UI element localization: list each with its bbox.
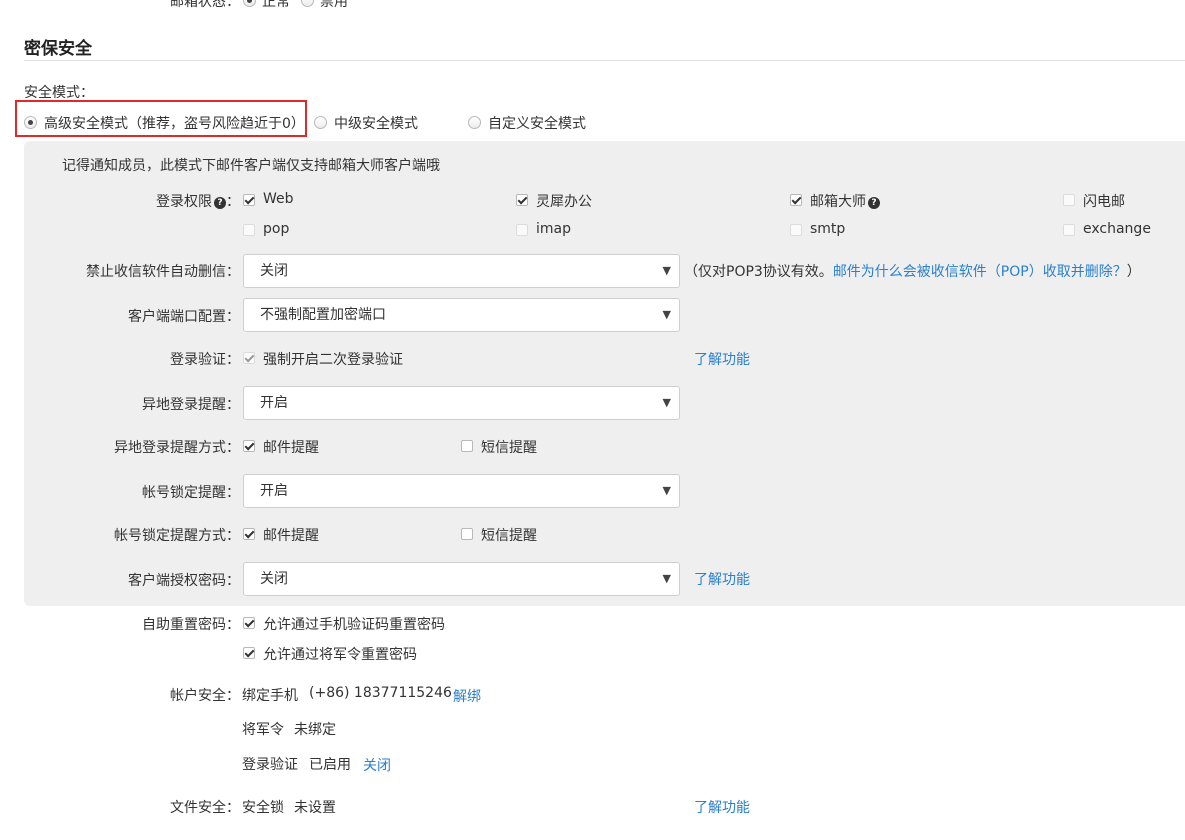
verify-label: 登录验证: [242, 757, 298, 773]
status-normal-radio[interactable]: [243, 0, 256, 7]
mode-medium-label[interactable]: 中级安全模式: [334, 113, 418, 133]
self-reset-label: 自助重置密码：: [142, 617, 240, 633]
phone-value: (+86) 18377115246: [309, 685, 452, 701]
help-icon[interactable]: ?: [214, 197, 226, 209]
reset-sms-label: 允许通过手机验证码重置密码: [263, 617, 445, 633]
perm-exchange-label: exchange: [1083, 221, 1151, 237]
status-disabled-label: 禁用: [320, 0, 348, 10]
dropdown-arrow-icon: ▼: [662, 572, 671, 585]
perm-lingxi-label: 灵犀办公: [536, 194, 592, 210]
phone-label: 绑定手机: [242, 688, 298, 704]
reset-token-checkbox[interactable]: [243, 647, 255, 659]
perm-pop-checkbox[interactable]: [243, 224, 255, 236]
perm-imap-label: imap: [536, 221, 571, 237]
mode-medium-radio[interactable]: [314, 116, 327, 129]
remote-sms-label: 短信提醒: [481, 440, 537, 456]
perm-mailmaster-checkbox[interactable]: [790, 194, 802, 206]
token-value: 未绑定: [294, 722, 336, 738]
account-security-label: 帐户安全：: [170, 688, 240, 704]
remote-login-alert-select[interactable]: 开启 ▼: [243, 386, 680, 420]
token-label: 将军令: [242, 722, 284, 738]
mode-advanced-label[interactable]: 高级安全模式（推荐，盗号风险趋近于0）: [44, 113, 305, 133]
client-port-select[interactable]: 不强制配置加密端口 ▼: [243, 298, 680, 332]
section-divider: [24, 60, 1185, 61]
login-verify-label: 登录验证：: [170, 352, 240, 368]
lock-value: 未设置: [294, 800, 336, 816]
auto-delete-note: （仅对POP3协议有效。邮件为什么会被收信软件（POP）收取并删除？）: [684, 264, 1141, 280]
client-auth-learn-link[interactable]: 了解功能: [694, 569, 750, 589]
lock-email-label: 邮件提醒: [263, 528, 319, 544]
perm-mailmaster-label: 邮箱大师?: [810, 191, 880, 211]
remote-sms-checkbox[interactable]: [461, 440, 473, 452]
remote-login-method-label: 异地登录提醒方式：: [114, 440, 240, 456]
security-mode-label: 安全模式：: [24, 85, 94, 101]
perm-web-checkbox[interactable]: [243, 194, 255, 206]
remote-email-checkbox[interactable]: [243, 440, 255, 452]
dropdown-arrow-icon: ▼: [662, 396, 671, 409]
lock-label: 安全锁: [242, 800, 284, 816]
perm-flash-label: 闪电邮: [1083, 194, 1125, 210]
perm-smtp-label: smtp: [810, 221, 846, 237]
lock-alert-method-label: 帐号锁定提醒方式：: [114, 528, 240, 544]
verify-value: 已启用: [309, 757, 351, 773]
dropdown-arrow-icon: ▼: [662, 484, 671, 497]
status-disabled-radio[interactable]: [301, 0, 314, 7]
perm-exchange-checkbox[interactable]: [1063, 224, 1075, 236]
perm-pop-label: pop: [263, 221, 290, 237]
force-2fa-checkbox[interactable]: [243, 352, 255, 364]
remote-email-label: 邮件提醒: [263, 440, 319, 456]
perm-web-label: Web: [263, 191, 294, 207]
client-auth-password-label: 客户端授权密码：: [128, 573, 240, 589]
perm-smtp-checkbox[interactable]: [790, 224, 802, 236]
mode-custom-label[interactable]: 自定义安全模式: [488, 113, 586, 133]
force-2fa-label: 强制开启二次登录验证: [263, 352, 403, 368]
notice-text: 记得通知成员，此模式下邮件客户端仅支持邮箱大师客户端哦: [62, 158, 440, 174]
login-verify-learn-link[interactable]: 了解功能: [694, 349, 750, 369]
auto-delete-label: 禁止收信软件自动删信：: [86, 264, 240, 280]
mode-custom-radio[interactable]: [468, 116, 481, 129]
lock-sms-checkbox[interactable]: [461, 528, 473, 540]
file-security-learn-link[interactable]: 了解功能: [694, 797, 750, 817]
perm-lingxi-checkbox[interactable]: [516, 194, 528, 206]
status-normal-label: 正常: [262, 0, 290, 10]
client-auth-password-select[interactable]: 关闭 ▼: [243, 562, 680, 596]
remote-login-alert-label: 异地登录提醒：: [142, 397, 240, 413]
lock-sms-label: 短信提醒: [481, 528, 537, 544]
client-port-label: 客户端端口配置：: [128, 309, 240, 325]
reset-token-label: 允许通过将军令重置密码: [263, 647, 417, 663]
perm-flash-checkbox[interactable]: [1063, 194, 1075, 206]
mode-advanced-radio[interactable]: [24, 116, 37, 129]
lock-alert-label: 帐号锁定提醒：: [142, 485, 240, 501]
mailbox-status-label: 邮箱状态：: [170, 0, 240, 10]
auto-delete-select[interactable]: 关闭 ▼: [243, 254, 680, 288]
dropdown-arrow-icon: ▼: [662, 308, 671, 321]
dropdown-arrow-icon: ▼: [662, 264, 671, 277]
section-title: 密保安全: [24, 39, 92, 59]
unbind-phone-link[interactable]: 解绑: [453, 686, 481, 706]
pop-delete-help-link[interactable]: 邮件为什么会被收信软件（POP）收取并删除？: [833, 264, 1127, 280]
mailmaster-help-icon[interactable]: ?: [868, 197, 880, 209]
lock-email-checkbox[interactable]: [243, 528, 255, 540]
perm-imap-checkbox[interactable]: [516, 224, 528, 236]
login-permission-label: 登录权限?：: [156, 194, 240, 210]
file-security-label: 文件安全：: [170, 800, 240, 816]
reset-sms-checkbox[interactable]: [243, 617, 255, 629]
lock-alert-select[interactable]: 开启 ▼: [243, 474, 680, 508]
disable-verify-link[interactable]: 关闭: [363, 755, 391, 775]
